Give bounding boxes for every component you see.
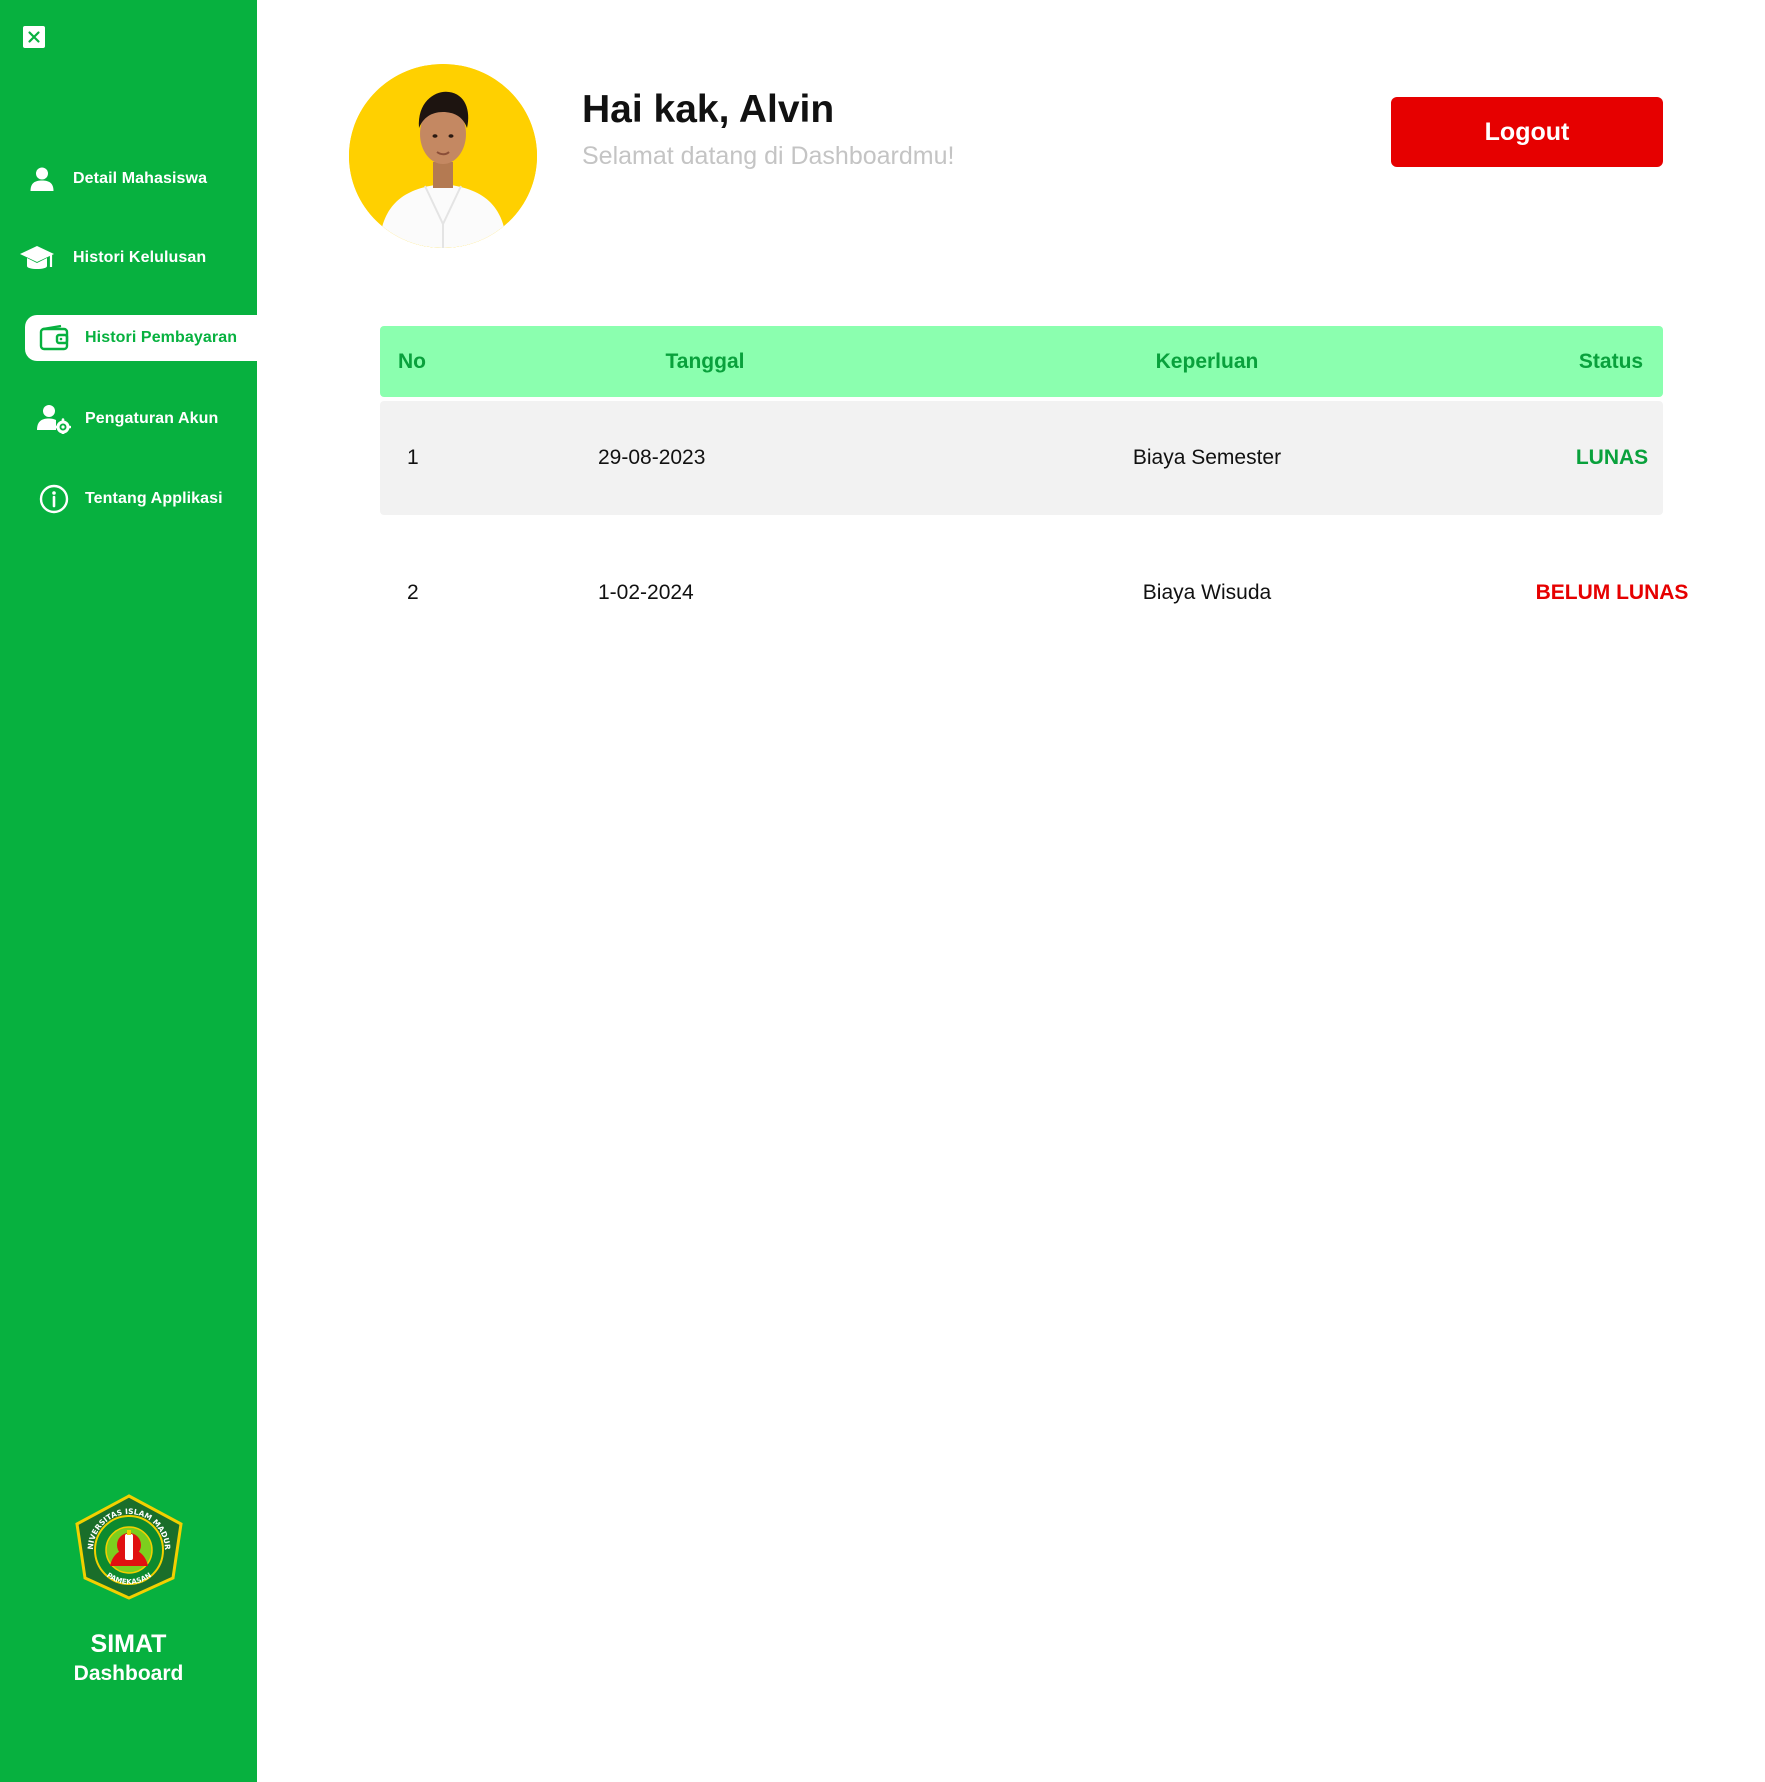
column-header-status: Status xyxy=(1578,349,1644,373)
sidebar-item-label: Pengaturan Akun xyxy=(85,410,219,427)
sidebar-item-label: Detail Mahasiswa xyxy=(73,170,208,187)
sidebar-item-label: Histori Pembayaran xyxy=(85,329,238,346)
column-header-no: No xyxy=(398,349,426,373)
logout-button[interactable]: Logout xyxy=(1391,97,1663,167)
sidebar-item-label: Tentang Applikasi xyxy=(85,490,223,507)
greeting-title: Hai kak, Alvin xyxy=(582,88,835,131)
column-header-tanggal: Tanggal xyxy=(665,349,745,373)
user-icon xyxy=(25,162,59,196)
welcome-subtitle: Selamat datang di Dashboardmu! xyxy=(582,142,955,170)
cell-keperluan: Biaya Wisuda xyxy=(1142,581,1272,604)
info-icon xyxy=(37,482,71,516)
wallet-icon xyxy=(37,321,71,355)
column-header-keperluan: Keperluan xyxy=(1155,349,1259,373)
university-logo: UNIVERSITAS ISLAM MADURA PAMEKASAN xyxy=(73,1494,183,1600)
status-badge: LUNAS xyxy=(1575,446,1649,469)
cell-no: 2 xyxy=(407,581,419,604)
table-row: 2 1-02-2024 Biaya Wisuda BELUM LUNAS xyxy=(380,536,1688,650)
cell-tanggal: 1-02-2024 xyxy=(598,581,694,604)
sidebar-item-histori-kelulusan[interactable]: Histori Kelulusan xyxy=(19,235,251,281)
table-row: 1 29-08-2023 Biaya Semester LUNAS xyxy=(380,401,1663,515)
close-icon xyxy=(28,31,40,43)
table-header: No Tanggal Keperluan Status xyxy=(380,326,1663,397)
graduation-cap-icon xyxy=(19,241,55,275)
sidebar-item-histori-pembayaran[interactable]: Histori Pembayaran xyxy=(25,315,257,361)
avatar xyxy=(349,64,537,248)
profile-photo xyxy=(349,64,537,248)
brand-subtitle: Dashboard xyxy=(73,1662,184,1685)
cell-no: 1 xyxy=(407,446,419,469)
user-settings-icon xyxy=(37,402,71,436)
close-sidebar-button[interactable] xyxy=(23,26,45,48)
sidebar-item-tentang-applikasi[interactable]: Tentang Applikasi xyxy=(37,476,269,522)
sidebar-item-pengaturan-akun[interactable]: Pengaturan Akun xyxy=(37,396,269,442)
status-badge: BELUM LUNAS xyxy=(1535,581,1689,604)
sidebar-item-label: Histori Kelulusan xyxy=(73,249,207,266)
cell-tanggal: 29-08-2023 xyxy=(598,446,706,469)
sidebar-item-detail-mahasiswa[interactable]: Detail Mahasiswa xyxy=(25,156,257,202)
cell-keperluan: Biaya Semester xyxy=(1132,446,1282,469)
sidebar: Detail Mahasiswa Histori Kelulusan Histo… xyxy=(0,0,257,1782)
brand-title: SIMAT xyxy=(90,1630,167,1658)
